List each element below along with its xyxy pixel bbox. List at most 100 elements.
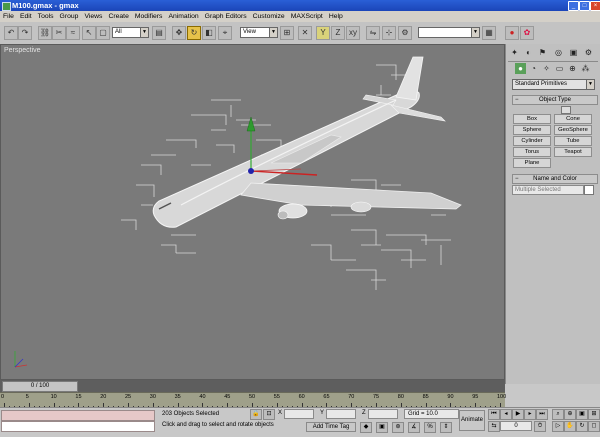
- helpers-icon[interactable]: ⊕: [567, 63, 578, 74]
- undo-icon[interactable]: ↶: [4, 26, 18, 40]
- add-time-tag-button[interactable]: Add Time Tag: [306, 422, 356, 432]
- maximize-button[interactable]: □: [579, 1, 590, 11]
- select-icon[interactable]: ↖: [82, 26, 96, 40]
- restrict-x-icon[interactable]: Y: [316, 26, 330, 40]
- modify-tab-icon[interactable]: ◐: [523, 47, 534, 58]
- geosphere-button[interactable]: GeoSphere: [554, 125, 592, 135]
- menu-create[interactable]: Create: [105, 11, 131, 22]
- menu-help[interactable]: Help: [326, 11, 346, 22]
- snap-icon[interactable]: ⚙: [398, 26, 412, 40]
- tube-button[interactable]: Tube: [554, 136, 592, 146]
- systems-icon[interactable]: ⁂: [580, 63, 591, 74]
- name-color-rollout-header[interactable]: − Name and Color: [512, 174, 598, 184]
- menu-edit[interactable]: Edit: [17, 11, 35, 22]
- y-coordinate-field[interactable]: [326, 409, 356, 419]
- go-to-end-icon[interactable]: ⏭: [536, 409, 548, 420]
- render-scene-icon[interactable]: ●: [505, 26, 519, 40]
- menu-tools[interactable]: Tools: [35, 11, 57, 22]
- selection-filter-dropdown[interactable]: All ▼: [112, 27, 149, 38]
- pivot-center-icon[interactable]: ⊞: [280, 26, 294, 40]
- sphere-button[interactable]: Sphere: [513, 125, 551, 135]
- play-icon[interactable]: ▶: [512, 409, 524, 420]
- menu-file[interactable]: File: [0, 11, 17, 22]
- percent-snap-icon[interactable]: %: [424, 422, 436, 433]
- maximize-viewport-icon[interactable]: ◻: [588, 421, 600, 432]
- arc-rotate-icon[interactable]: ↻: [576, 421, 588, 432]
- box-button[interactable]: Box: [513, 114, 551, 124]
- lights-icon[interactable]: ✧: [541, 63, 552, 74]
- perspective-viewport[interactable]: Perspective: [0, 44, 505, 380]
- menu-animation[interactable]: Animation: [165, 11, 201, 22]
- previous-frame-icon[interactable]: ◂: [500, 409, 512, 420]
- rect-region-icon[interactable]: ▢: [96, 26, 110, 40]
- restrict-z-icon[interactable]: Z: [331, 26, 345, 40]
- key-mode-toggle-icon[interactable]: ⇆: [488, 421, 500, 432]
- display-tab-icon[interactable]: ▣: [568, 47, 579, 58]
- cylinder-button[interactable]: Cylinder: [513, 136, 551, 146]
- menu-customize[interactable]: Customize: [250, 11, 288, 22]
- object-color-swatch[interactable]: [584, 185, 594, 195]
- zoom-extents-icon[interactable]: ▣: [576, 409, 588, 420]
- zoom-icon[interactable]: ⌕: [552, 409, 564, 420]
- mirror-icon[interactable]: ⇋: [366, 26, 380, 40]
- menu-maxscript[interactable]: MAXScript: [288, 11, 326, 22]
- link-icon[interactable]: ⛓: [38, 26, 52, 40]
- field-of-view-icon[interactable]: ▷: [552, 421, 564, 432]
- scale-icon[interactable]: ◧: [202, 26, 216, 40]
- time-slider[interactable]: 0 / 100: [2, 381, 78, 392]
- zoom-all-icon[interactable]: ⊕: [564, 409, 576, 420]
- animate-button[interactable]: Animate: [459, 410, 485, 431]
- unlink-icon[interactable]: ✂: [52, 26, 66, 40]
- maxscript-listener-field[interactable]: [1, 410, 155, 421]
- menu-modifiers[interactable]: Modifiers: [132, 11, 166, 22]
- named-selection-dropdown[interactable]: ▼: [418, 27, 480, 38]
- maxscript-output-field[interactable]: [1, 421, 155, 432]
- autogrid-checkbox[interactable]: [561, 106, 571, 114]
- menu-views[interactable]: Views: [81, 11, 105, 22]
- pan-icon[interactable]: ✋: [564, 421, 576, 432]
- timeline-ruler[interactable]: 0 5 10 15 20 25 30 35 40 45 50 55 60 65 70 75 80 85 90 95 10…: [0, 392, 506, 408]
- material-editor-icon[interactable]: ▦: [482, 26, 496, 40]
- select-by-name-icon[interactable]: ▤: [152, 26, 166, 40]
- reference-coord-dropdown[interactable]: View ▼: [240, 27, 278, 38]
- object-type-rollout-header[interactable]: − Object Type: [512, 95, 598, 105]
- move-icon[interactable]: ✥: [172, 26, 186, 40]
- shapes-icon[interactable]: ◔: [528, 63, 539, 74]
- angle-snap-icon[interactable]: ∡: [408, 422, 420, 433]
- hierarchy-tab-icon[interactable]: ⚑: [537, 47, 548, 58]
- torus-button[interactable]: Torus: [513, 147, 551, 157]
- object-name-field[interactable]: Multiple Selected: [512, 185, 584, 195]
- bind-space-warp-icon[interactable]: ≈: [66, 26, 80, 40]
- rotate-icon[interactable]: ↻: [187, 26, 201, 40]
- lock-selection-icon[interactable]: 🔒: [250, 409, 262, 420]
- plane-button[interactable]: Plane: [513, 158, 551, 168]
- time-config-icon[interactable]: ⏱: [534, 421, 546, 432]
- quick-render-icon[interactable]: ✿: [520, 26, 534, 40]
- create-tab-icon[interactable]: ✦: [509, 47, 520, 58]
- current-frame-field[interactable]: 0: [500, 421, 532, 431]
- menu-group[interactable]: Group: [57, 11, 82, 22]
- align-icon[interactable]: ⊹: [382, 26, 396, 40]
- spinner-snap-icon[interactable]: ⇕: [440, 422, 452, 433]
- redo-icon[interactable]: ↷: [18, 26, 32, 40]
- motion-tab-icon[interactable]: ◎: [553, 47, 564, 58]
- go-to-start-icon[interactable]: ⏮: [488, 409, 500, 420]
- close-button[interactable]: ×: [590, 1, 600, 11]
- menu-graph-editors[interactable]: Graph Editors: [202, 11, 250, 22]
- key-mode-icon[interactable]: ▣: [376, 422, 388, 433]
- select-lock-icon[interactable]: ✕: [298, 26, 312, 40]
- select-manipulate-icon[interactable]: ⌖: [218, 26, 232, 40]
- restrict-xy-icon[interactable]: xy: [346, 26, 360, 40]
- x-coordinate-field[interactable]: [284, 409, 314, 419]
- minimize-button[interactable]: _: [568, 1, 579, 11]
- next-frame-icon[interactable]: ▸: [524, 409, 536, 420]
- snaps-toggle-icon[interactable]: ⊛: [392, 422, 404, 433]
- cameras-icon[interactable]: ▭: [554, 63, 565, 74]
- cone-button[interactable]: Cone: [554, 114, 592, 124]
- zoom-extents-all-icon[interactable]: ⊞: [588, 409, 600, 420]
- time-slider-track[interactable]: 0 / 100: [0, 380, 505, 392]
- primitive-category-dropdown[interactable]: Standard Primitives ▼: [512, 79, 595, 90]
- time-tag-icon[interactable]: ◆: [360, 422, 372, 433]
- teapot-button[interactable]: Teapot: [554, 147, 592, 157]
- utilities-tab-icon[interactable]: ⚙: [583, 47, 594, 58]
